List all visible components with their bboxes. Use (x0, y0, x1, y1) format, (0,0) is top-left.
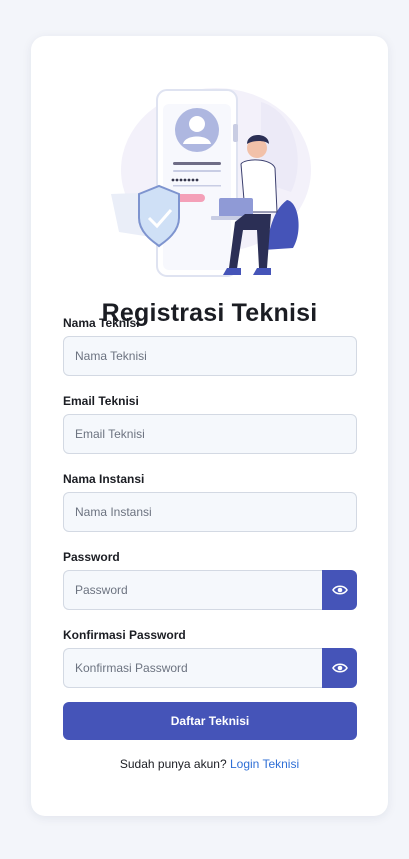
nama-teknisi-input[interactable] (63, 336, 357, 376)
eye-icon (331, 585, 348, 595)
password-label: Password (63, 550, 120, 564)
login-prompt: Sudah punya akun? Login Teknisi (31, 757, 388, 771)
email-teknisi-label: Email Teknisi (63, 394, 139, 408)
email-teknisi-input[interactable] (63, 414, 357, 454)
nama-instansi-input[interactable] (63, 492, 357, 532)
konfirmasi-password-visibility-toggle[interactable] (322, 648, 357, 688)
konfirmasi-password-input[interactable] (63, 648, 323, 688)
password-input[interactable] (63, 570, 323, 610)
nama-teknisi-label: Nama Teknisi (63, 316, 140, 330)
nama-instansi-label: Nama Instansi (63, 472, 145, 486)
eye-icon (331, 663, 348, 673)
login-teknisi-link[interactable]: Login Teknisi (230, 757, 299, 771)
password-visibility-toggle[interactable] (322, 570, 357, 610)
registration-illustration (111, 88, 311, 277)
konfirmasi-password-label: Konfirmasi Password (63, 628, 186, 642)
page: Registrasi Teknisi Nama Teknisi Email Te… (0, 0, 409, 859)
login-prompt-text: Sudah punya akun? (119, 757, 227, 771)
daftar-teknisi-button[interactable]: Daftar Teknisi (63, 702, 357, 740)
registration-card: Registrasi Teknisi Nama Teknisi Email Te… (31, 36, 388, 816)
